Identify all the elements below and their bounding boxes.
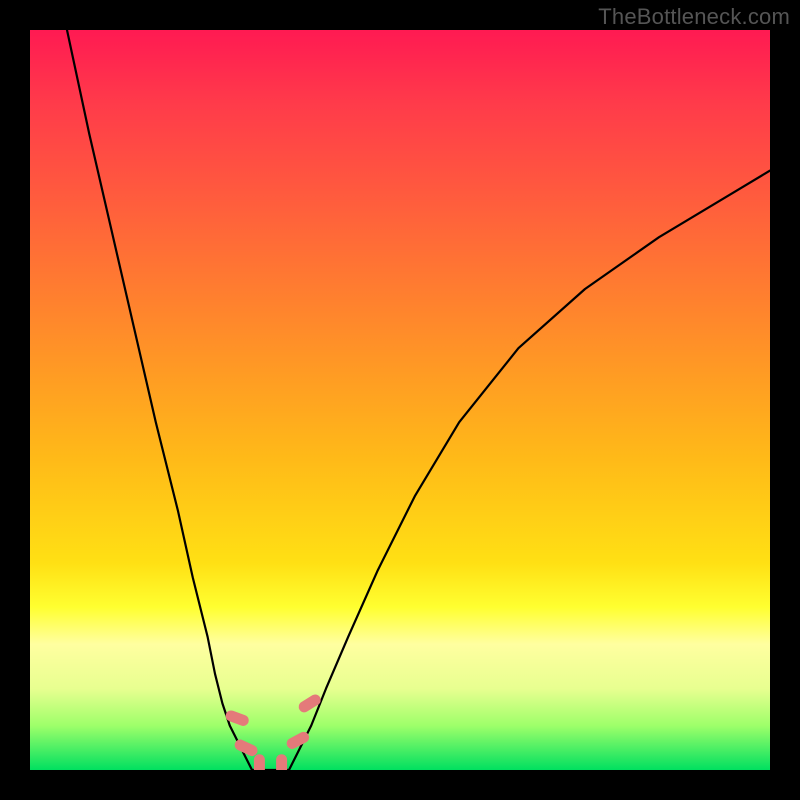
curve-marker-1	[233, 738, 259, 758]
bottleneck-curve	[30, 30, 770, 770]
curve-marker-5	[297, 692, 323, 714]
curve-path	[67, 30, 770, 770]
chart-frame: TheBottleneck.com	[0, 0, 800, 800]
watermark-text: TheBottleneck.com	[598, 4, 790, 30]
curve-marker-3	[276, 754, 287, 770]
curve-marker-0	[224, 709, 250, 728]
plot-area	[30, 30, 770, 770]
curve-marker-2	[254, 754, 265, 770]
